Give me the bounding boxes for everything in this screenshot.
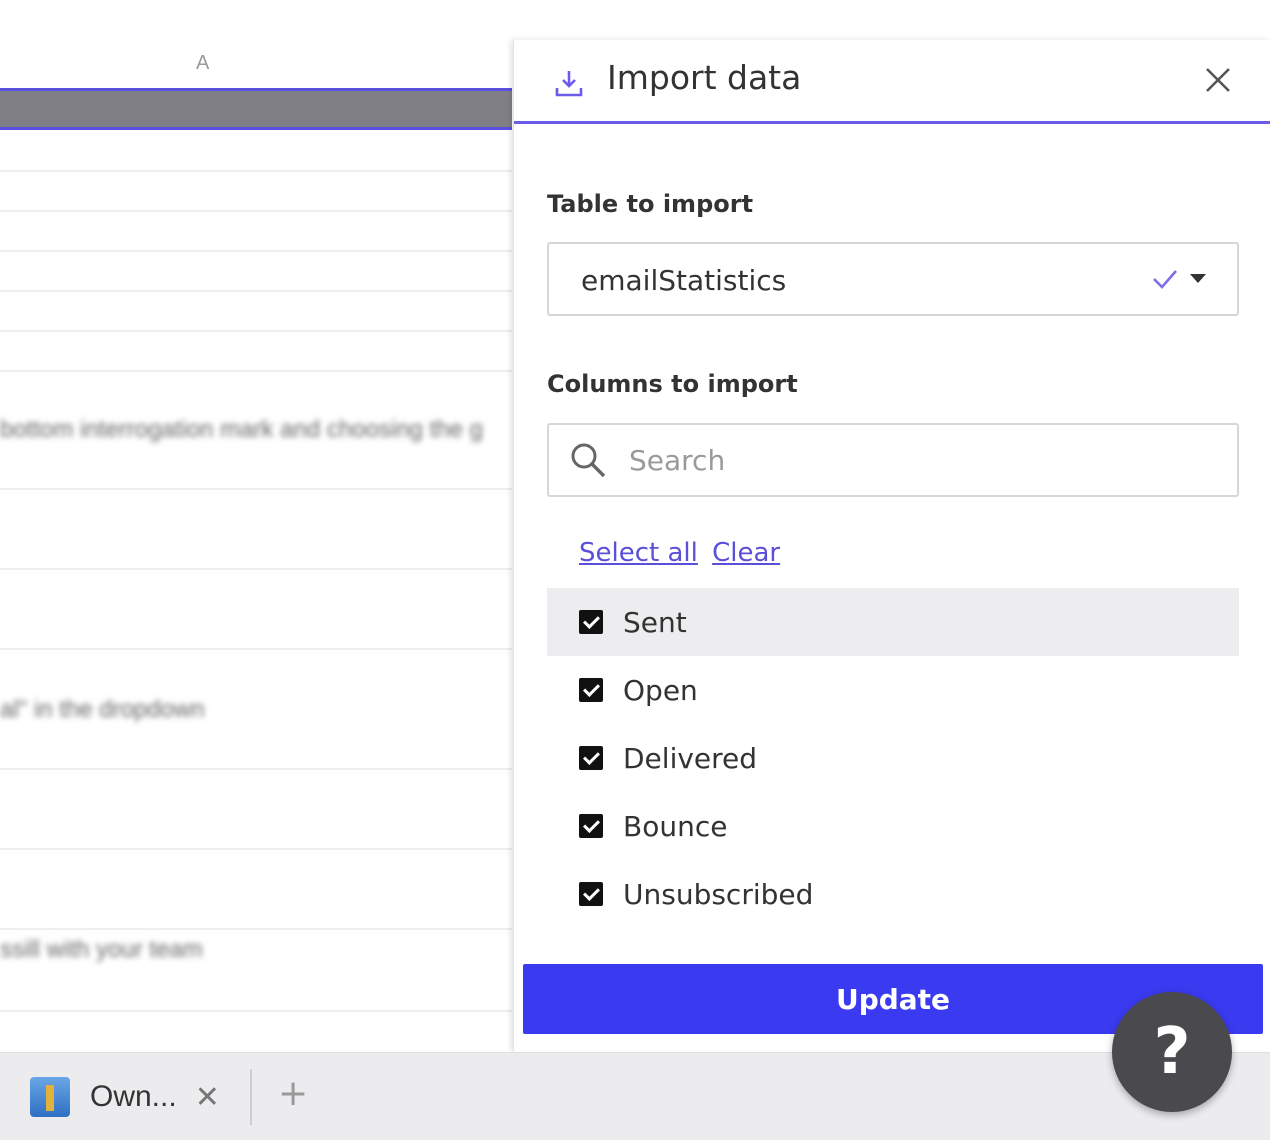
header-row bbox=[0, 88, 512, 130]
column-search[interactable] bbox=[547, 423, 1239, 497]
cell-text[interactable]: al" in the dropdown bbox=[0, 696, 205, 724]
row-divider bbox=[0, 250, 512, 252]
table-select[interactable]: emailStatistics bbox=[547, 242, 1239, 316]
add-sheet-button[interactable]: + bbox=[278, 1073, 308, 1114]
selection-links: Select all Clear bbox=[579, 538, 786, 568]
import-data-panel: Import data Table to import emailStatist… bbox=[513, 40, 1270, 1052]
table-select-value: emailStatistics bbox=[581, 264, 787, 297]
chevron-down-icon[interactable] bbox=[1190, 274, 1206, 283]
row-divider bbox=[0, 290, 512, 292]
row-divider bbox=[0, 768, 512, 770]
search-icon bbox=[571, 443, 606, 478]
column-name: Sent bbox=[623, 605, 687, 639]
help-button[interactable]: ? bbox=[1112, 992, 1232, 1112]
panel-title: Import data bbox=[607, 58, 802, 97]
row-divider bbox=[0, 330, 512, 332]
column-name: Unsubscribed bbox=[623, 877, 814, 911]
cell-text[interactable]: ssill with your team bbox=[0, 936, 203, 964]
help-icon: ? bbox=[1153, 1015, 1191, 1089]
row-divider bbox=[0, 1010, 512, 1012]
row-divider bbox=[0, 370, 512, 372]
close-icon[interactable] bbox=[1202, 64, 1234, 96]
checkbox-checked[interactable] bbox=[579, 882, 603, 906]
row-divider bbox=[0, 210, 512, 212]
column-item-delivered[interactable]: Delivered bbox=[547, 724, 1239, 792]
column-item-sent[interactable]: Sent bbox=[547, 588, 1239, 656]
row-divider bbox=[0, 648, 512, 650]
checkbox-checked[interactable] bbox=[579, 610, 603, 634]
column-name: Bounce bbox=[623, 809, 728, 843]
table-to-import-label: Table to import bbox=[547, 190, 754, 218]
tab-divider bbox=[250, 1069, 252, 1125]
column-header-label: A bbox=[196, 52, 210, 74]
column-header[interactable]: A bbox=[0, 40, 512, 88]
import-icon bbox=[555, 71, 583, 97]
sheet-tab[interactable]: Own... ✕ bbox=[0, 1053, 250, 1140]
column-name: Delivered bbox=[623, 741, 758, 775]
row-divider bbox=[0, 848, 512, 850]
check-icon bbox=[1153, 270, 1177, 289]
columns-to-import-label: Columns to import bbox=[547, 370, 798, 398]
clear-link[interactable]: Clear bbox=[712, 538, 780, 568]
checkbox-checked[interactable] bbox=[579, 678, 603, 702]
column-item-bounce[interactable]: Bounce bbox=[547, 792, 1239, 860]
sheet-tab-label: Own... bbox=[90, 1080, 177, 1113]
column-name: Open bbox=[623, 673, 698, 707]
cell-text[interactable]: bottom interrogation mark and choosing t… bbox=[0, 416, 483, 444]
close-icon[interactable]: ✕ bbox=[195, 1080, 220, 1115]
checkbox-checked[interactable] bbox=[579, 746, 603, 770]
column-list: Sent Open Delivered Bounce Unsubscribed bbox=[547, 588, 1239, 928]
select-all-link[interactable]: Select all bbox=[579, 538, 698, 568]
row-divider bbox=[0, 488, 512, 490]
column-item-unsubscribed[interactable]: Unsubscribed bbox=[547, 860, 1239, 928]
search-input[interactable] bbox=[629, 439, 1209, 481]
panel-header: Import data bbox=[514, 40, 1270, 124]
spreadsheet-area: A bottom interrogation mark and choosing… bbox=[0, 0, 512, 1052]
owner-emoji-icon bbox=[30, 1077, 70, 1117]
sheet-tab-bar: Own... ✕ + bbox=[0, 1052, 1270, 1140]
row-divider bbox=[0, 170, 512, 172]
column-item-open[interactable]: Open bbox=[547, 656, 1239, 724]
checkbox-checked[interactable] bbox=[579, 814, 603, 838]
row-divider bbox=[0, 928, 512, 930]
row-divider bbox=[0, 568, 512, 570]
